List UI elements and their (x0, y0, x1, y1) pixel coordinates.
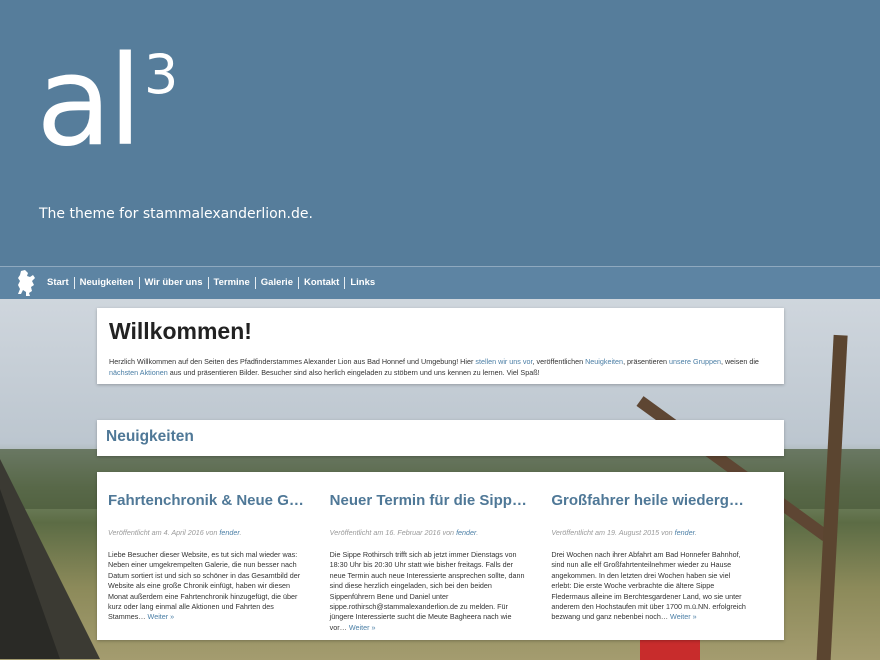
nav-item-neuigkeiten[interactable]: Neuigkeiten (75, 277, 140, 289)
logo-text: al (36, 30, 142, 174)
post-excerpt: Liebe Besucher dieser Website, es tut si… (108, 550, 308, 623)
welcome-text: Herzlich Willkommen auf den Seiten des P… (109, 356, 772, 378)
read-more-link[interactable]: Weiter » (670, 612, 697, 621)
post-author-link[interactable]: fender (456, 528, 476, 537)
news-post: Fahrtenchronik & Neue Galerie Veröffentl… (108, 472, 330, 640)
post-meta: Veröffentlicht am 4. April 2016 von fend… (108, 528, 324, 537)
welcome-text-3: , präsentieren (623, 357, 670, 366)
news-heading: Neuigkeiten (106, 428, 194, 445)
welcome-text-1: Herzlich Willkommen auf den Seiten des P… (109, 357, 476, 366)
post-meta: Veröffentlicht am 19. August 2015 von fe… (551, 528, 767, 537)
link-about-us[interactable]: stellen wir uns vor (475, 357, 532, 366)
background-red-object (640, 639, 700, 660)
news-posts: Fahrtenchronik & Neue Galerie Veröffentl… (97, 472, 784, 640)
post-meta-end: . (694, 528, 697, 537)
post-meta-end: . (239, 528, 242, 537)
post-excerpt: Die Sippe Rothirsch trifft sich ab jetzt… (330, 550, 530, 633)
main-navigation: Start Neuigkeiten Wir über uns Termine G… (0, 266, 880, 299)
nav-item-galerie[interactable]: Galerie (256, 277, 299, 289)
welcome-text-4: , weisen die (720, 357, 759, 366)
news-section-header: Neuigkeiten (97, 420, 784, 456)
read-more-link[interactable]: Weiter » (349, 623, 376, 632)
nav-item-start[interactable]: Start (42, 277, 75, 289)
welcome-text-5: aus und präsentieren Bilder. Besucher si… (167, 368, 540, 377)
post-excerpt-text: Liebe Besucher dieser Website, es tut si… (108, 550, 301, 622)
post-meta: Veröffentlicht am 16. Februar 2016 von f… (330, 528, 546, 537)
lion-emblem-icon[interactable] (15, 268, 39, 298)
nav-item-links[interactable]: Links (345, 277, 380, 289)
news-post: Großfahrer heile wiedergekehrt Veröffent… (551, 472, 773, 640)
link-groups[interactable]: unsere Gruppen (669, 357, 721, 366)
post-excerpt: Drei Wochen nach ihrer Abfahrt am Bad Ho… (551, 550, 751, 623)
welcome-box: Willkommen! Herzlich Willkommen auf den … (97, 308, 784, 384)
post-excerpt-text: Drei Wochen nach ihrer Abfahrt am Bad Ho… (551, 550, 746, 622)
post-author-link[interactable]: fender (675, 528, 695, 537)
post-meta-date: Veröffentlicht am 19. August 2015 von (551, 528, 675, 537)
welcome-title: Willkommen! (109, 318, 252, 344)
post-meta-end: . (476, 528, 479, 537)
news-post: Neuer Termin für die Sippe Rothirsch Ver… (330, 472, 552, 640)
background-tent-shadow (0, 489, 60, 659)
site-tagline: The theme for stammalexanderlion.de. (39, 206, 313, 222)
nav-item-termine[interactable]: Termine (209, 277, 256, 289)
nav-item-kontakt[interactable]: Kontakt (299, 277, 346, 289)
welcome-text-2: , veröffentlichen (532, 357, 586, 366)
post-excerpt-text: Die Sippe Rothirsch trifft sich ab jetzt… (329, 550, 525, 632)
post-meta-date: Veröffentlicht am 16. Februar 2016 von (329, 528, 457, 537)
post-meta-date: Veröffentlicht am 4. April 2016 von (108, 528, 220, 537)
link-news[interactable]: Neuigkeiten (585, 357, 623, 366)
read-more-link[interactable]: Weiter » (148, 612, 175, 621)
logo-superscript: 3 (144, 43, 179, 106)
post-title[interactable]: Neuer Termin für die Sippe Rothirsch (330, 492, 530, 509)
site-logo[interactable]: al 3 (36, 40, 178, 164)
post-title[interactable]: Fahrtenchronik & Neue Galerie (108, 492, 308, 509)
post-title[interactable]: Großfahrer heile wiedergekehrt (551, 492, 751, 509)
nav-item-wir-ueber-uns[interactable]: Wir über uns (140, 277, 209, 289)
link-next-actions[interactable]: nächsten Aktionen (109, 368, 168, 377)
site-header: al 3 The theme for stammalexanderlion.de… (0, 0, 880, 266)
post-author-link[interactable]: fender (219, 528, 239, 537)
